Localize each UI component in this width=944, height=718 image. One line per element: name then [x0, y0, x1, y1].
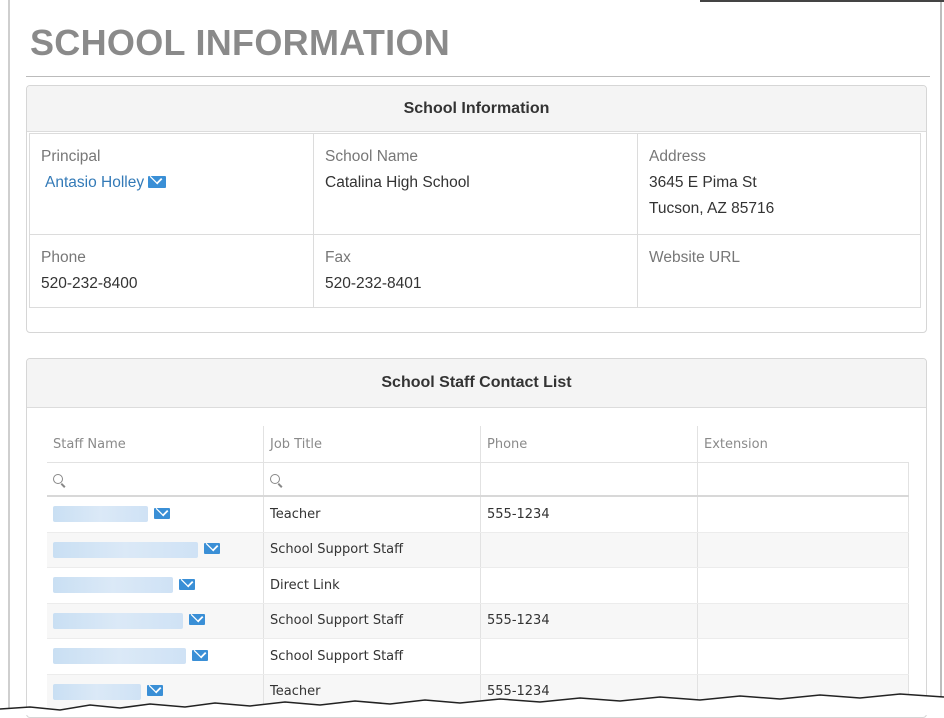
redacted-staff-name-link[interactable]	[53, 541, 198, 558]
address-cell: Address 3645 E Pima St Tucson, AZ 85716	[637, 133, 921, 235]
phone-cell	[480, 567, 698, 604]
address-label: Address	[649, 148, 706, 165]
email-icon[interactable]	[179, 578, 195, 590]
email-icon[interactable]	[189, 614, 205, 626]
address-line2: Tucson, AZ 85716	[649, 200, 775, 217]
phone-filter[interactable]	[480, 462, 698, 497]
info-grid: Principal Antasio Holley School Name Cat…	[29, 133, 921, 391]
redacted-staff-name-link[interactable]	[53, 577, 173, 594]
phone-cell	[480, 532, 698, 568]
staff-name-cell	[47, 638, 264, 675]
table-row: Teacher 555-1234	[47, 496, 909, 533]
fax-cell: Fax 520-232-8401	[313, 234, 638, 308]
extension-cell	[697, 496, 909, 533]
search-icon	[53, 474, 63, 484]
job-title-cell: Teacher	[263, 496, 481, 533]
table-row: Direct Link	[47, 567, 909, 604]
principal-name-link[interactable]: Antasio Holley	[45, 174, 144, 191]
email-icon[interactable]	[148, 176, 167, 188]
staff-name-cell	[47, 603, 264, 639]
column-header-phone[interactable]: Phone	[480, 426, 698, 463]
address-line1: 3645 E Pima St	[649, 174, 757, 191]
phone-cell: Phone 520-232-8400	[29, 234, 314, 308]
email-icon[interactable]	[192, 649, 208, 661]
redacted-staff-name-link[interactable]	[53, 612, 183, 629]
job-title-cell: School Support Staff	[263, 532, 481, 568]
website-cell: Website URL	[637, 234, 921, 308]
phone-cell	[480, 638, 698, 675]
job-title-cell: School Support Staff	[263, 603, 481, 639]
title-divider	[26, 76, 930, 77]
column-header-job-title[interactable]: Job Title	[263, 426, 481, 463]
redacted-staff-name-link[interactable]	[53, 648, 186, 665]
staff-rows: Teacher 555-1234 School Support Staff Direc…	[47, 496, 909, 710]
staff-name-cell	[47, 567, 264, 604]
panel-heading: School Staff Contact List	[27, 359, 926, 408]
job-title-cell: School Support Staff	[263, 638, 481, 675]
extension-filter[interactable]	[697, 462, 909, 497]
panel-heading: School Information	[27, 86, 926, 132]
school-name-value: Catalina High School	[325, 174, 470, 191]
extension-cell	[697, 532, 909, 568]
extension-cell	[697, 567, 909, 604]
email-icon[interactable]	[154, 507, 170, 519]
column-header-extension[interactable]: Extension	[698, 426, 909, 463]
school-name-label: School Name	[325, 148, 419, 165]
extension-cell	[697, 638, 909, 675]
page-title: SCHOOL INFORMATION	[30, 22, 451, 63]
website-label: Website URL	[649, 249, 741, 266]
staff-contact-panel: School Staff Contact List Staff Name Job…	[26, 358, 927, 718]
phone-cell: 555-1234	[480, 603, 698, 639]
fax-value: 520-232-8401	[325, 275, 422, 292]
table-row: School Support Staff 555-1234	[47, 603, 909, 639]
staff-name-cell	[47, 496, 264, 533]
staff-name-cell	[47, 532, 264, 568]
redacted-staff-name-link[interactable]	[53, 506, 148, 523]
principal-label: Principal	[41, 148, 101, 165]
staff-table: Staff Name Job Title Phone Extension Tea…	[47, 426, 909, 710]
top-border	[700, 0, 944, 2]
principal-cell: Principal Antasio Holley	[29, 133, 314, 235]
info-table: Principal Antasio Holley School Name Cat…	[29, 133, 921, 308]
school-name-cell: School Name Catalina High School	[313, 133, 638, 235]
search-icon	[270, 474, 280, 484]
phone-label: Phone	[41, 249, 86, 266]
email-icon[interactable]	[204, 543, 220, 555]
table-row: School Support Staff	[47, 532, 909, 568]
staff-name-filter[interactable]	[47, 462, 264, 497]
extension-cell	[697, 603, 909, 639]
fax-label: Fax	[325, 249, 351, 266]
torn-edge	[0, 693, 944, 715]
phone-value: 520-232-8400	[41, 275, 138, 292]
column-header-staff-name[interactable]: Staff Name	[47, 426, 264, 463]
school-information-panel: School Information Principal Antasio Hol…	[26, 85, 927, 333]
phone-cell: 555-1234	[480, 496, 698, 533]
job-title-cell: Direct Link	[263, 567, 481, 604]
job-title-filter[interactable]	[263, 462, 481, 497]
table-row: School Support Staff	[47, 638, 909, 675]
